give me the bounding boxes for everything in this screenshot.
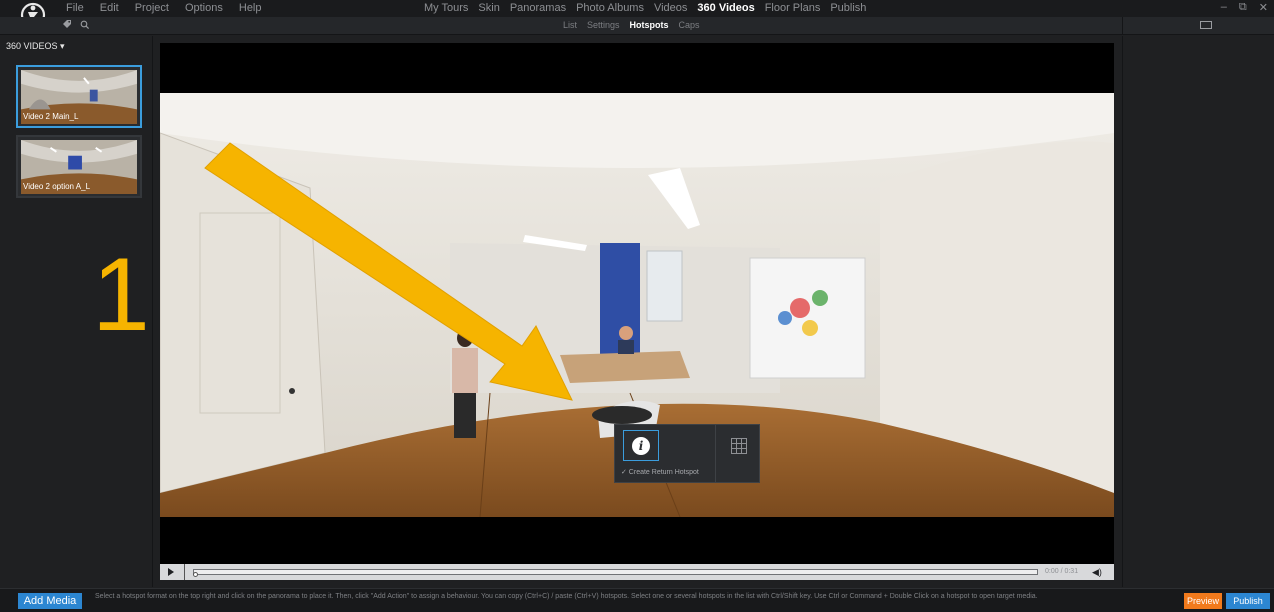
popup-divider	[715, 425, 716, 482]
tab-photo-albums[interactable]: Photo Albums	[576, 2, 644, 14]
video-category-dropdown[interactable]: 360 VIDEOS ▾	[6, 41, 65, 52]
annotation-arrow-icon	[204, 142, 573, 401]
status-help-text: Select a hotspot format on the top right…	[95, 593, 1038, 600]
panel-layout-icon[interactable]	[1200, 21, 1212, 29]
section-tabs: My Tours Skin Panoramas Photo Albums Vid…	[424, 2, 866, 14]
seek-handle[interactable]	[193, 572, 198, 577]
menu-project[interactable]: Project	[135, 2, 169, 14]
seek-bar[interactable]	[193, 569, 1038, 575]
right-panel-header	[1122, 17, 1274, 35]
video-thumbnail[interactable]: Video 2 Main_L	[16, 65, 142, 128]
hotspot-format-popup: i ✓ Create Return Hotspot	[614, 424, 760, 483]
publish-button[interactable]: Publish	[1226, 593, 1270, 609]
video-player-controls: 0:00 / 0:31 ◀)	[160, 564, 1114, 580]
video-thumbnail[interactable]: Video 2 option A_L	[16, 135, 142, 198]
menu-bar: File Edit Project Options Help My Tours …	[0, 0, 1274, 28]
view-tabs: List Settings Hotspots Caps	[563, 20, 700, 30]
main-menu: File Edit Project Options Help	[66, 2, 262, 14]
play-icon[interactable]	[168, 568, 174, 576]
tag-icon[interactable]	[62, 20, 72, 29]
tab-publish[interactable]: Publish	[830, 2, 866, 14]
window-controls: – ⧉ ✕	[1221, 1, 1268, 14]
menu-help[interactable]: Help	[239, 2, 262, 14]
tab-settings[interactable]: Settings	[587, 20, 620, 30]
info-hotspot-button[interactable]: i	[623, 430, 659, 461]
search-icon[interactable]	[80, 20, 90, 30]
grid-hotspot-icon[interactable]	[731, 438, 747, 454]
create-return-hotspot-checkbox[interactable]: ✓ Create Return Hotspot	[621, 468, 699, 476]
menu-options[interactable]: Options	[185, 2, 223, 14]
right-properties-panel	[1122, 36, 1274, 587]
restore-icon[interactable]: ⧉	[1239, 1, 1247, 14]
sub-toolbar: List Settings Hotspots Caps	[0, 17, 1274, 35]
tab-skin[interactable]: Skin	[478, 2, 499, 14]
bottom-status-bar: Add Media Select a hotspot format on the…	[0, 588, 1274, 612]
close-icon[interactable]: ✕	[1259, 1, 1268, 14]
timecode: 0:00 / 0:31	[1045, 568, 1079, 575]
tab-hotspots[interactable]: Hotspots	[630, 20, 669, 30]
tab-panoramas[interactable]: Panoramas	[510, 2, 566, 14]
minimize-icon[interactable]: –	[1221, 1, 1227, 14]
tab-360-videos[interactable]: 360 Videos	[697, 2, 754, 14]
tab-my-tours[interactable]: My Tours	[424, 2, 468, 14]
preview-button[interactable]: Preview	[1184, 593, 1222, 609]
add-media-button[interactable]: Add Media	[18, 593, 82, 609]
info-icon: i	[632, 436, 650, 455]
menu-file[interactable]: File	[66, 2, 84, 14]
tab-list[interactable]: List	[563, 20, 577, 30]
video-thumbnail-label: Video 2 option A_L	[23, 182, 91, 191]
tab-caps[interactable]: Caps	[679, 20, 700, 30]
menu-edit[interactable]: Edit	[100, 2, 119, 14]
video-thumbnail-label: Video 2 Main_L	[23, 112, 79, 121]
volume-icon[interactable]: ◀)	[1092, 567, 1102, 578]
annotation-step-number: 1	[92, 237, 150, 353]
player-separator	[184, 564, 185, 580]
tab-floor-plans[interactable]: Floor Plans	[765, 2, 821, 14]
tab-videos[interactable]: Videos	[654, 2, 687, 14]
